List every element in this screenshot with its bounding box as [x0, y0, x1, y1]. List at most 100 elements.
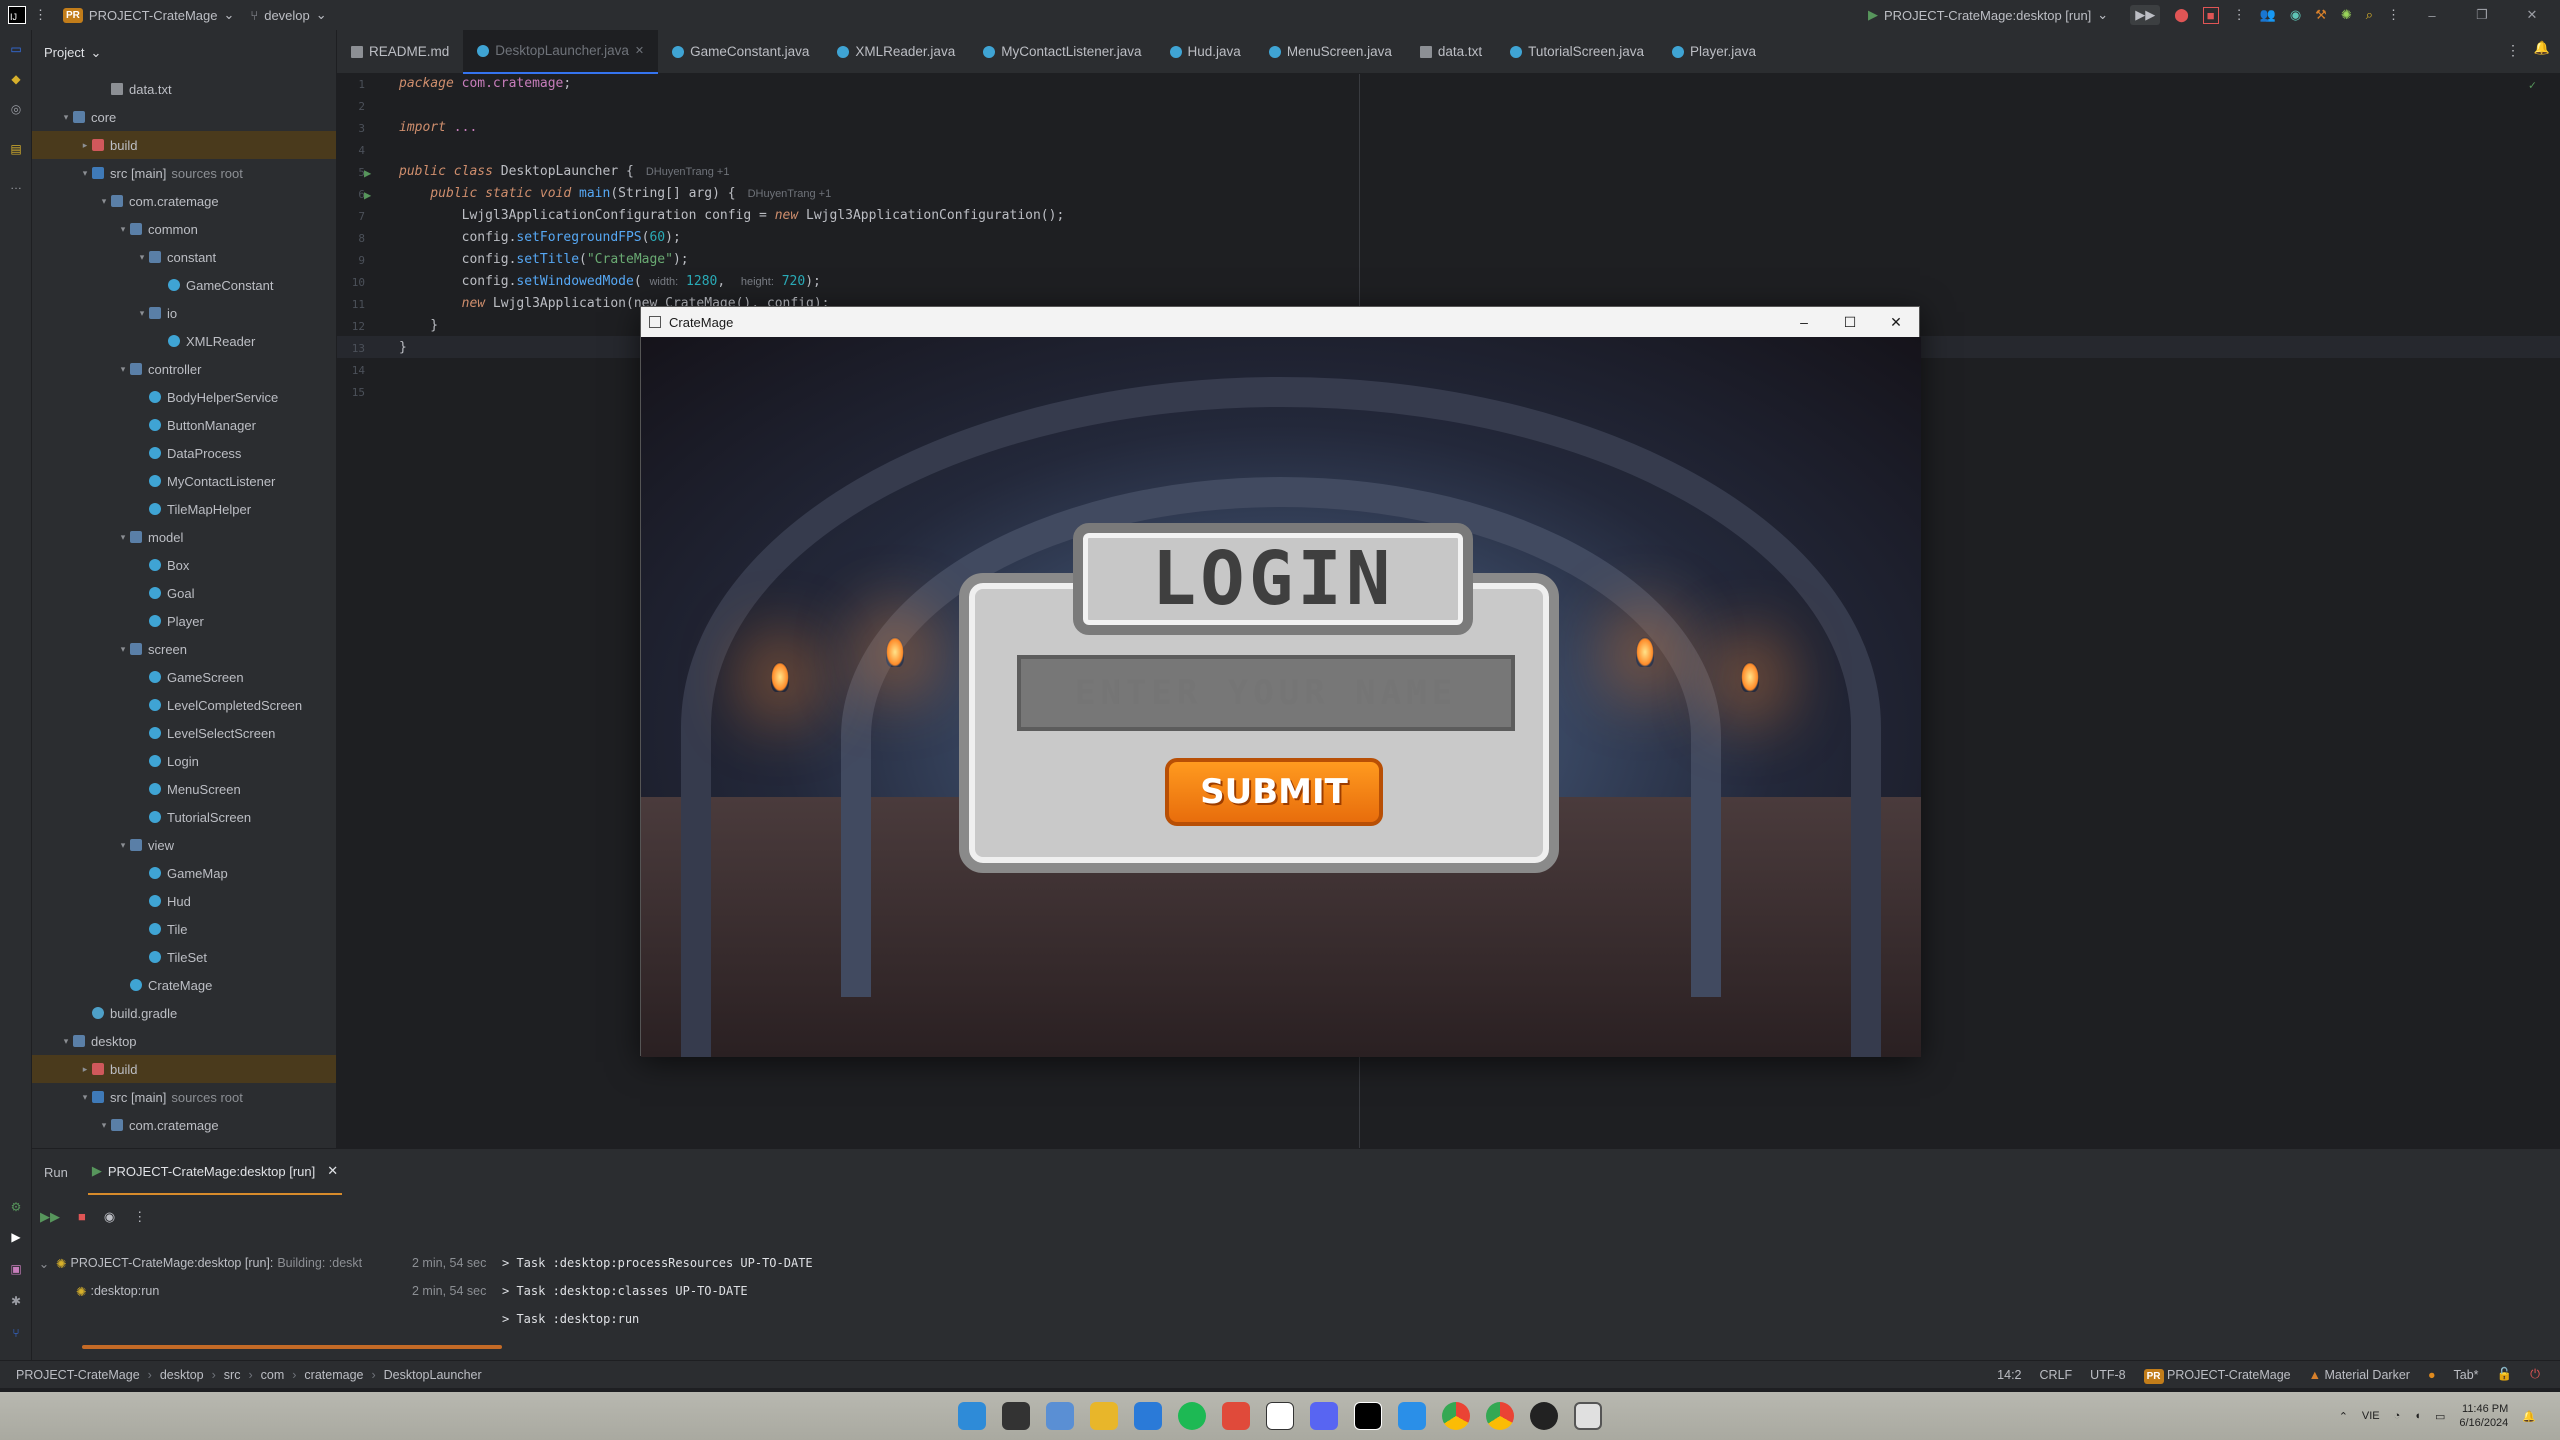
tree-item-com-cratemage[interactable]: ▾ com.cratemage	[32, 1111, 336, 1139]
ai-assistant-icon[interactable]: ◉	[2290, 7, 2301, 23]
vscode-icon[interactable]	[1398, 1402, 1426, 1430]
volume-icon[interactable]: ◖	[2414, 1410, 2421, 1422]
chevron-up-icon[interactable]: ⌃	[2339, 1410, 2348, 1423]
tab-xmlreader-java[interactable]: XMLReader.java	[823, 30, 969, 74]
chevron-right-icon[interactable]: ▸	[78, 140, 92, 151]
line-separator[interactable]: CRLF	[2040, 1368, 2073, 1382]
build-tree-row[interactable]: ✺ :desktop:run 2 min, 54 sec	[32, 1277, 492, 1305]
intellij-logo-icon[interactable]: IJ	[8, 6, 26, 24]
plugin-icon[interactable]: ✺	[2341, 7, 2352, 23]
tree-item-levelcompletedscreen[interactable]: LevelCompletedScreen	[32, 691, 336, 719]
theme-widget[interactable]: ▲ Material Darker	[2309, 1368, 2410, 1382]
run-console-output[interactable]: > Task :desktop:processResources UP-TO-D…	[502, 1249, 813, 1333]
tree-item-mycontactlistener[interactable]: MyContactListener	[32, 467, 336, 495]
tab-desktoplauncher-java[interactable]: DesktopLauncher.java ✕	[463, 29, 659, 74]
tree-item-model[interactable]: ▾ model	[32, 523, 336, 551]
tree-item-hud[interactable]: Hud	[32, 887, 336, 915]
debug-icon[interactable]: ⬤	[2174, 7, 2189, 23]
tree-item-common[interactable]: ▾ common	[32, 215, 336, 243]
tree-item-build[interactable]: ▸ build	[32, 131, 336, 159]
chevron-down-icon[interactable]: ▾	[116, 644, 130, 655]
stop-icon[interactable]: ■	[78, 1209, 86, 1225]
restore-window-button[interactable]: ❐	[2464, 7, 2500, 23]
tree-item-tileset[interactable]: TileSet	[32, 943, 336, 971]
services-tool-icon[interactable]: ⚙	[6, 1200, 26, 1220]
chevron-down-icon[interactable]: ▾	[135, 252, 149, 263]
tab-overflow-icon[interactable]: ⋮	[2506, 42, 2520, 59]
chevron-down-icon[interactable]: ▾	[78, 1092, 92, 1103]
discord-icon[interactable]	[1310, 1402, 1338, 1430]
tab-mycontactlistener-java[interactable]: MyContactListener.java	[969, 30, 1155, 74]
tab-player-java[interactable]: Player.java	[1658, 30, 1770, 74]
chevron-down-icon[interactable]: ▾	[59, 112, 73, 123]
task-view-icon[interactable]	[1002, 1402, 1030, 1430]
tree-item-io[interactable]: ▾ io	[32, 299, 336, 327]
tree-item-core[interactable]: ▾ core	[32, 103, 336, 131]
terminal-tool-icon[interactable]: ▣	[6, 1262, 26, 1282]
git-tool-icon[interactable]: ⑂	[6, 1326, 26, 1346]
main-menu-button[interactable]: ⋮	[26, 0, 55, 30]
show-output-icon[interactable]: ◉	[104, 1209, 115, 1225]
notepad-icon[interactable]	[1134, 1402, 1162, 1430]
tree-item-build[interactable]: ▸ build	[32, 1055, 336, 1083]
app-icon[interactable]	[1222, 1402, 1250, 1430]
notification-bell-icon[interactable]: 🔔	[2522, 1410, 2536, 1423]
rerun-icon[interactable]: ▶▶	[40, 1209, 60, 1225]
tree-item-build-gradle[interactable]: build.gradle	[32, 999, 336, 1027]
tree-item-screen[interactable]: ▾ screen	[32, 635, 336, 663]
tab-tutorialscreen-java[interactable]: TutorialScreen.java	[1496, 30, 1658, 74]
commit-tool-icon[interactable]: ◆	[6, 72, 26, 92]
tree-item-view[interactable]: ▾ view	[32, 831, 336, 859]
widgets-icon[interactable]	[1046, 1402, 1074, 1430]
build-tools-icon[interactable]: ⚒	[2315, 7, 2327, 23]
bookmarks-tool-icon[interactable]: ▤	[6, 142, 26, 162]
chevron-down-icon[interactable]: ▾	[78, 168, 92, 179]
inspection-ok-icon[interactable]: ✓	[2529, 78, 2536, 92]
start-icon[interactable]	[958, 1402, 986, 1430]
tree-item-tutorialscreen[interactable]: TutorialScreen	[32, 803, 336, 831]
game-maximize-button[interactable]: ☐	[1827, 307, 1873, 337]
project-tool-icon[interactable]: ▭	[6, 42, 26, 62]
project-panel-header[interactable]: Project ⌄	[32, 30, 336, 75]
run-gutter-icon[interactable]: ▶	[364, 188, 371, 202]
submit-button[interactable]: SUBMIT	[1165, 758, 1383, 826]
breadcrumb-item[interactable]: DesktopLauncher	[384, 1368, 482, 1382]
tab-hud-java[interactable]: Hud.java	[1156, 30, 1255, 74]
notifications-icon[interactable]: 🔔	[2534, 40, 2550, 56]
caret-position[interactable]: 14:2	[1997, 1368, 2021, 1382]
battery-icon[interactable]: ▭	[2435, 1410, 2445, 1423]
chevron-down-icon[interactable]: ▾	[116, 840, 130, 851]
run-gutter-icon[interactable]: ▶	[364, 166, 371, 180]
branch-switcher[interactable]: ⑂ develop ⌄	[242, 0, 334, 30]
game-window-titlebar[interactable]: CrateMage – ☐ ✕	[641, 307, 1919, 337]
tree-item-box[interactable]: Box	[32, 551, 336, 579]
chevron-down-icon[interactable]: ▾	[135, 308, 149, 319]
tree-item-player[interactable]: Player	[32, 607, 336, 635]
breadcrumb-item[interactable]: com	[261, 1368, 285, 1382]
game-minimize-button[interactable]: –	[1781, 307, 1827, 337]
chevron-down-icon[interactable]: ▾	[116, 224, 130, 235]
tree-item-bodyhelperservice[interactable]: BodyHelperService	[32, 383, 336, 411]
app-icon[interactable]	[1530, 1402, 1558, 1430]
more-actions-icon[interactable]: ⋮	[2233, 7, 2246, 23]
chrome-profile-icon[interactable]	[1486, 1402, 1514, 1430]
tree-item-com-cratemage[interactable]: ▾ com.cratemage	[32, 187, 336, 215]
code-with-me-icon[interactable]: 👥	[2260, 7, 2276, 23]
tree-item-cratemage[interactable]: CrateMage	[32, 971, 336, 999]
tree-item-controller[interactable]: ▾ controller	[32, 355, 336, 383]
tab-menuscreen-java[interactable]: MenuScreen.java	[1255, 30, 1406, 74]
tree-item-data-txt[interactable]: data.txt	[32, 75, 336, 103]
lock-icon[interactable]: 🔓	[2497, 1367, 2513, 1382]
github-tool-icon[interactable]: ◎	[6, 102, 26, 122]
project-switcher[interactable]: PR PROJECT-CrateMage ⌄	[55, 0, 242, 30]
intellij-icon[interactable]	[1354, 1402, 1382, 1430]
tree-item-constant[interactable]: ▾ constant	[32, 243, 336, 271]
tree-item-tilemaphelper[interactable]: TileMapHelper	[32, 495, 336, 523]
breadcrumb-item[interactable]: cratemage	[304, 1368, 363, 1382]
minimize-window-button[interactable]: –	[2414, 8, 2450, 23]
game-close-button[interactable]: ✕	[1873, 307, 1919, 337]
notion-icon[interactable]	[1266, 1402, 1294, 1430]
chevron-down-icon[interactable]: ▾	[97, 1120, 111, 1131]
breadcrumb-item[interactable]: desktop	[160, 1368, 204, 1382]
more-options-icon[interactable]: ⋮	[133, 1209, 146, 1225]
